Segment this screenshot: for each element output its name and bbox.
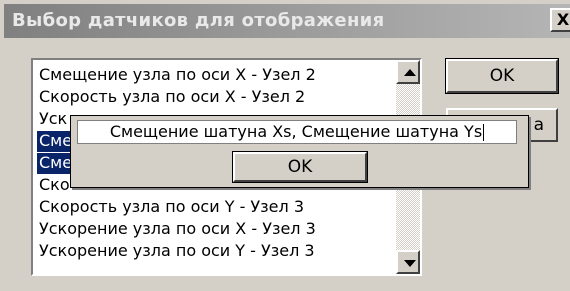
popup-text: Смещение шатуна Xs, Смещение шатуна Ys [109,122,483,141]
arrow-up-icon [404,69,416,76]
arrow-down-icon [404,260,416,267]
dialog-window: Выбор датчиков для отображения X Смещени… [0,0,570,291]
list-item[interactable]: Ускорение узла по оси X - Узел 3 [37,219,395,240]
selection-popup: Смещение шатуна Xs, Смещение шатуна Ys O… [70,115,529,188]
scroll-up-button[interactable] [396,60,420,84]
list-item[interactable]: Скорость узла по оси X - Узел 2 [37,87,395,108]
ok-button[interactable]: OK [445,58,559,94]
list-item[interactable]: Ускорение узла по оси Y - Узел 3 [37,241,395,262]
title-bar[interactable]: Выбор датчиков для отображения X [4,4,570,38]
scroll-down-button[interactable] [396,250,420,274]
text-caret [483,124,485,141]
list-item[interactable]: Скорость узла по оси Y - Узел 3 [37,197,395,218]
popup-text-field[interactable]: Смещение шатуна Xs, Смещение шатуна Ys [77,120,517,144]
close-button[interactable]: X [550,8,570,32]
popup-ok-button[interactable]: OK [232,151,368,183]
list-item[interactable]: Смещение узла по оси X - Узел 2 [37,65,395,86]
window-title: Выбор датчиков для отображения [12,10,385,31]
